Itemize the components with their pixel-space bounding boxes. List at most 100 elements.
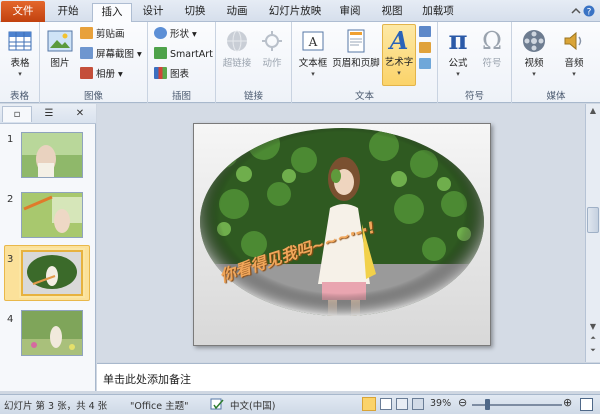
- wordart-icon: A: [384, 25, 414, 55]
- header-footer-button[interactable]: 页眉和页脚: [332, 26, 380, 69]
- group-label-media: 媒体: [546, 91, 566, 102]
- scroll-thumb[interactable]: [587, 207, 599, 233]
- table-label: 表格: [10, 58, 30, 69]
- video-button[interactable]: 视频 ▾: [516, 26, 552, 80]
- dropdown-arrow-icon: ▾: [456, 70, 460, 78]
- slide-thumbnail-selected[interactable]: [21, 250, 83, 296]
- symbol-button[interactable]: Ω 符号: [476, 26, 508, 69]
- pi-glyph: π: [448, 26, 468, 56]
- group-links: 超链接 动作 链接: [216, 22, 292, 103]
- spellcheck-icon[interactable]: [210, 397, 224, 414]
- slide-thumbnail[interactable]: [21, 192, 83, 238]
- textbox-button[interactable]: A 文本框 ▾: [296, 26, 330, 80]
- slide-number: 2: [7, 194, 14, 205]
- clipart-label: 剪贴画: [96, 29, 125, 40]
- action-button[interactable]: 动作: [256, 26, 288, 69]
- normal-view-icon[interactable]: [362, 397, 376, 411]
- slide-edit-area: 你看得见我吗~~~·-·!: [97, 104, 585, 362]
- tab-slides-icon[interactable]: ▫: [2, 106, 32, 122]
- zoom-level[interactable]: 39%: [430, 398, 451, 409]
- tab-review[interactable]: 审阅: [334, 3, 366, 22]
- audio-label: 音频: [564, 58, 584, 69]
- fit-to-window-icon[interactable]: [580, 398, 593, 411]
- close-pane-icon[interactable]: ✕: [68, 106, 92, 122]
- slideshow-icon[interactable]: [412, 398, 424, 410]
- slide-number-icon[interactable]: [419, 42, 431, 53]
- ribbon: 表格 ▾ 表格 图片 剪贴画 屏幕截图 ▾ 相册 ▾ 图像 形状 ▾ Smart…: [0, 22, 600, 103]
- slide-count-status: 幻灯片 第 3 张，共 4 张: [4, 401, 108, 412]
- chart-button[interactable]: 图表: [154, 67, 189, 83]
- group-symbols: π 公式 ▾ Ω 符号 符号: [438, 22, 512, 103]
- group-label-links: 链接: [243, 91, 263, 102]
- picture-icon: [45, 26, 75, 56]
- tab-addins[interactable]: 加载项: [416, 3, 460, 22]
- date-time-icon[interactable]: [419, 26, 431, 37]
- clipart-icon: [80, 27, 93, 39]
- scroll-down-icon[interactable]: ▼: [588, 322, 598, 332]
- reading-view-icon[interactable]: [396, 398, 408, 410]
- tab-slideshow[interactable]: 幻灯片放映: [262, 3, 328, 22]
- next-slide-icon[interactable]: ⏷: [588, 346, 598, 356]
- picture-label: 图片: [50, 58, 70, 69]
- tab-view[interactable]: 视图: [376, 3, 408, 22]
- zoom-out-icon[interactable]: ⊖: [458, 396, 467, 409]
- tab-insert[interactable]: 插入: [92, 3, 132, 23]
- wordart-glyph: A: [389, 25, 409, 55]
- ribbon-controls: ?: [570, 4, 596, 18]
- dropdown-arrow-icon: ▾: [397, 69, 401, 77]
- dropdown-arrow-icon: ▾: [311, 70, 315, 78]
- clipart-button[interactable]: 剪贴画: [80, 27, 125, 43]
- equation-button[interactable]: π 公式 ▾: [442, 26, 474, 80]
- equation-label: 公式: [448, 58, 468, 69]
- language-status[interactable]: 中文(中国): [230, 398, 275, 412]
- textbox-label: 文本框: [298, 58, 328, 69]
- group-label-text: 文本: [354, 91, 374, 102]
- object-icon[interactable]: [419, 58, 431, 69]
- slides-pane: ▫ ☰ ✕ 1 2 3 4: [0, 104, 96, 391]
- theme-status[interactable]: "Office 主题": [130, 398, 189, 412]
- slide-thumbnail[interactable]: [21, 310, 83, 356]
- table-button[interactable]: 表格 ▾: [4, 26, 36, 80]
- dropdown-arrow-icon: ▾: [18, 70, 22, 78]
- audio-button[interactable]: 音频 ▾: [556, 26, 592, 80]
- shapes-button[interactable]: 形状 ▾: [154, 27, 197, 43]
- hyperlink-button[interactable]: 超链接: [220, 26, 254, 69]
- svg-text:A: A: [308, 35, 318, 49]
- slide-number: 3: [7, 254, 14, 265]
- album-icon: [80, 67, 93, 79]
- symbol-icon: Ω: [477, 26, 507, 56]
- tab-home[interactable]: 开始: [50, 3, 86, 22]
- notes-placeholder: 单击此处添加备注: [103, 373, 191, 386]
- ribbon-tab-bar: 文件 开始 插入 设计 切换 动画 幻灯片放映 审阅 视图 加载项 ?: [0, 0, 600, 23]
- speaker-icon: [559, 26, 589, 56]
- zoom-in-icon[interactable]: ⊕: [563, 396, 572, 409]
- previous-slide-icon[interactable]: ⏶: [588, 334, 598, 344]
- scroll-up-icon[interactable]: ▲: [588, 106, 598, 116]
- current-slide[interactable]: 你看得见我吗~~~·-·!: [193, 123, 491, 346]
- group-media: 视频 ▾ 音频 ▾ 媒体: [512, 22, 600, 103]
- slide-thumbnail[interactable]: [21, 132, 83, 178]
- collapse-ribbon-icon[interactable]: ?: [570, 4, 596, 18]
- tab-transitions[interactable]: 切换: [178, 3, 212, 22]
- wordart-button[interactable]: A 艺术字 ▾: [382, 24, 416, 86]
- tab-design[interactable]: 设计: [136, 3, 170, 22]
- pane-tabs: ▫ ☰ ✕: [0, 104, 96, 124]
- smartart-button[interactable]: SmartArt: [154, 47, 213, 63]
- equation-icon: π: [443, 26, 473, 56]
- zoom-slider-thumb[interactable]: [485, 399, 490, 410]
- album-label: 相册: [96, 69, 116, 80]
- notes-pane[interactable]: 单击此处添加备注: [97, 363, 600, 391]
- wordart-label: 艺术字: [384, 57, 414, 68]
- screenshot-label: 屏幕截图: [96, 49, 135, 60]
- slide-sorter-icon[interactable]: [380, 398, 392, 410]
- tab-outline-icon[interactable]: ☰: [34, 106, 64, 122]
- group-table: 表格 ▾ 表格: [0, 22, 40, 103]
- video-label: 视频: [524, 58, 544, 69]
- screenshot-button[interactable]: 屏幕截图 ▾: [80, 47, 142, 63]
- tab-animations[interactable]: 动画: [220, 3, 254, 22]
- picture-button[interactable]: 图片: [44, 26, 76, 69]
- tab-file[interactable]: 文件: [1, 1, 45, 22]
- album-button[interactable]: 相册 ▾: [80, 67, 123, 83]
- group-label-illustrations: 插图: [171, 91, 191, 102]
- vertical-scrollbar[interactable]: ▲ ▼ ⏶ ⏷: [585, 104, 600, 362]
